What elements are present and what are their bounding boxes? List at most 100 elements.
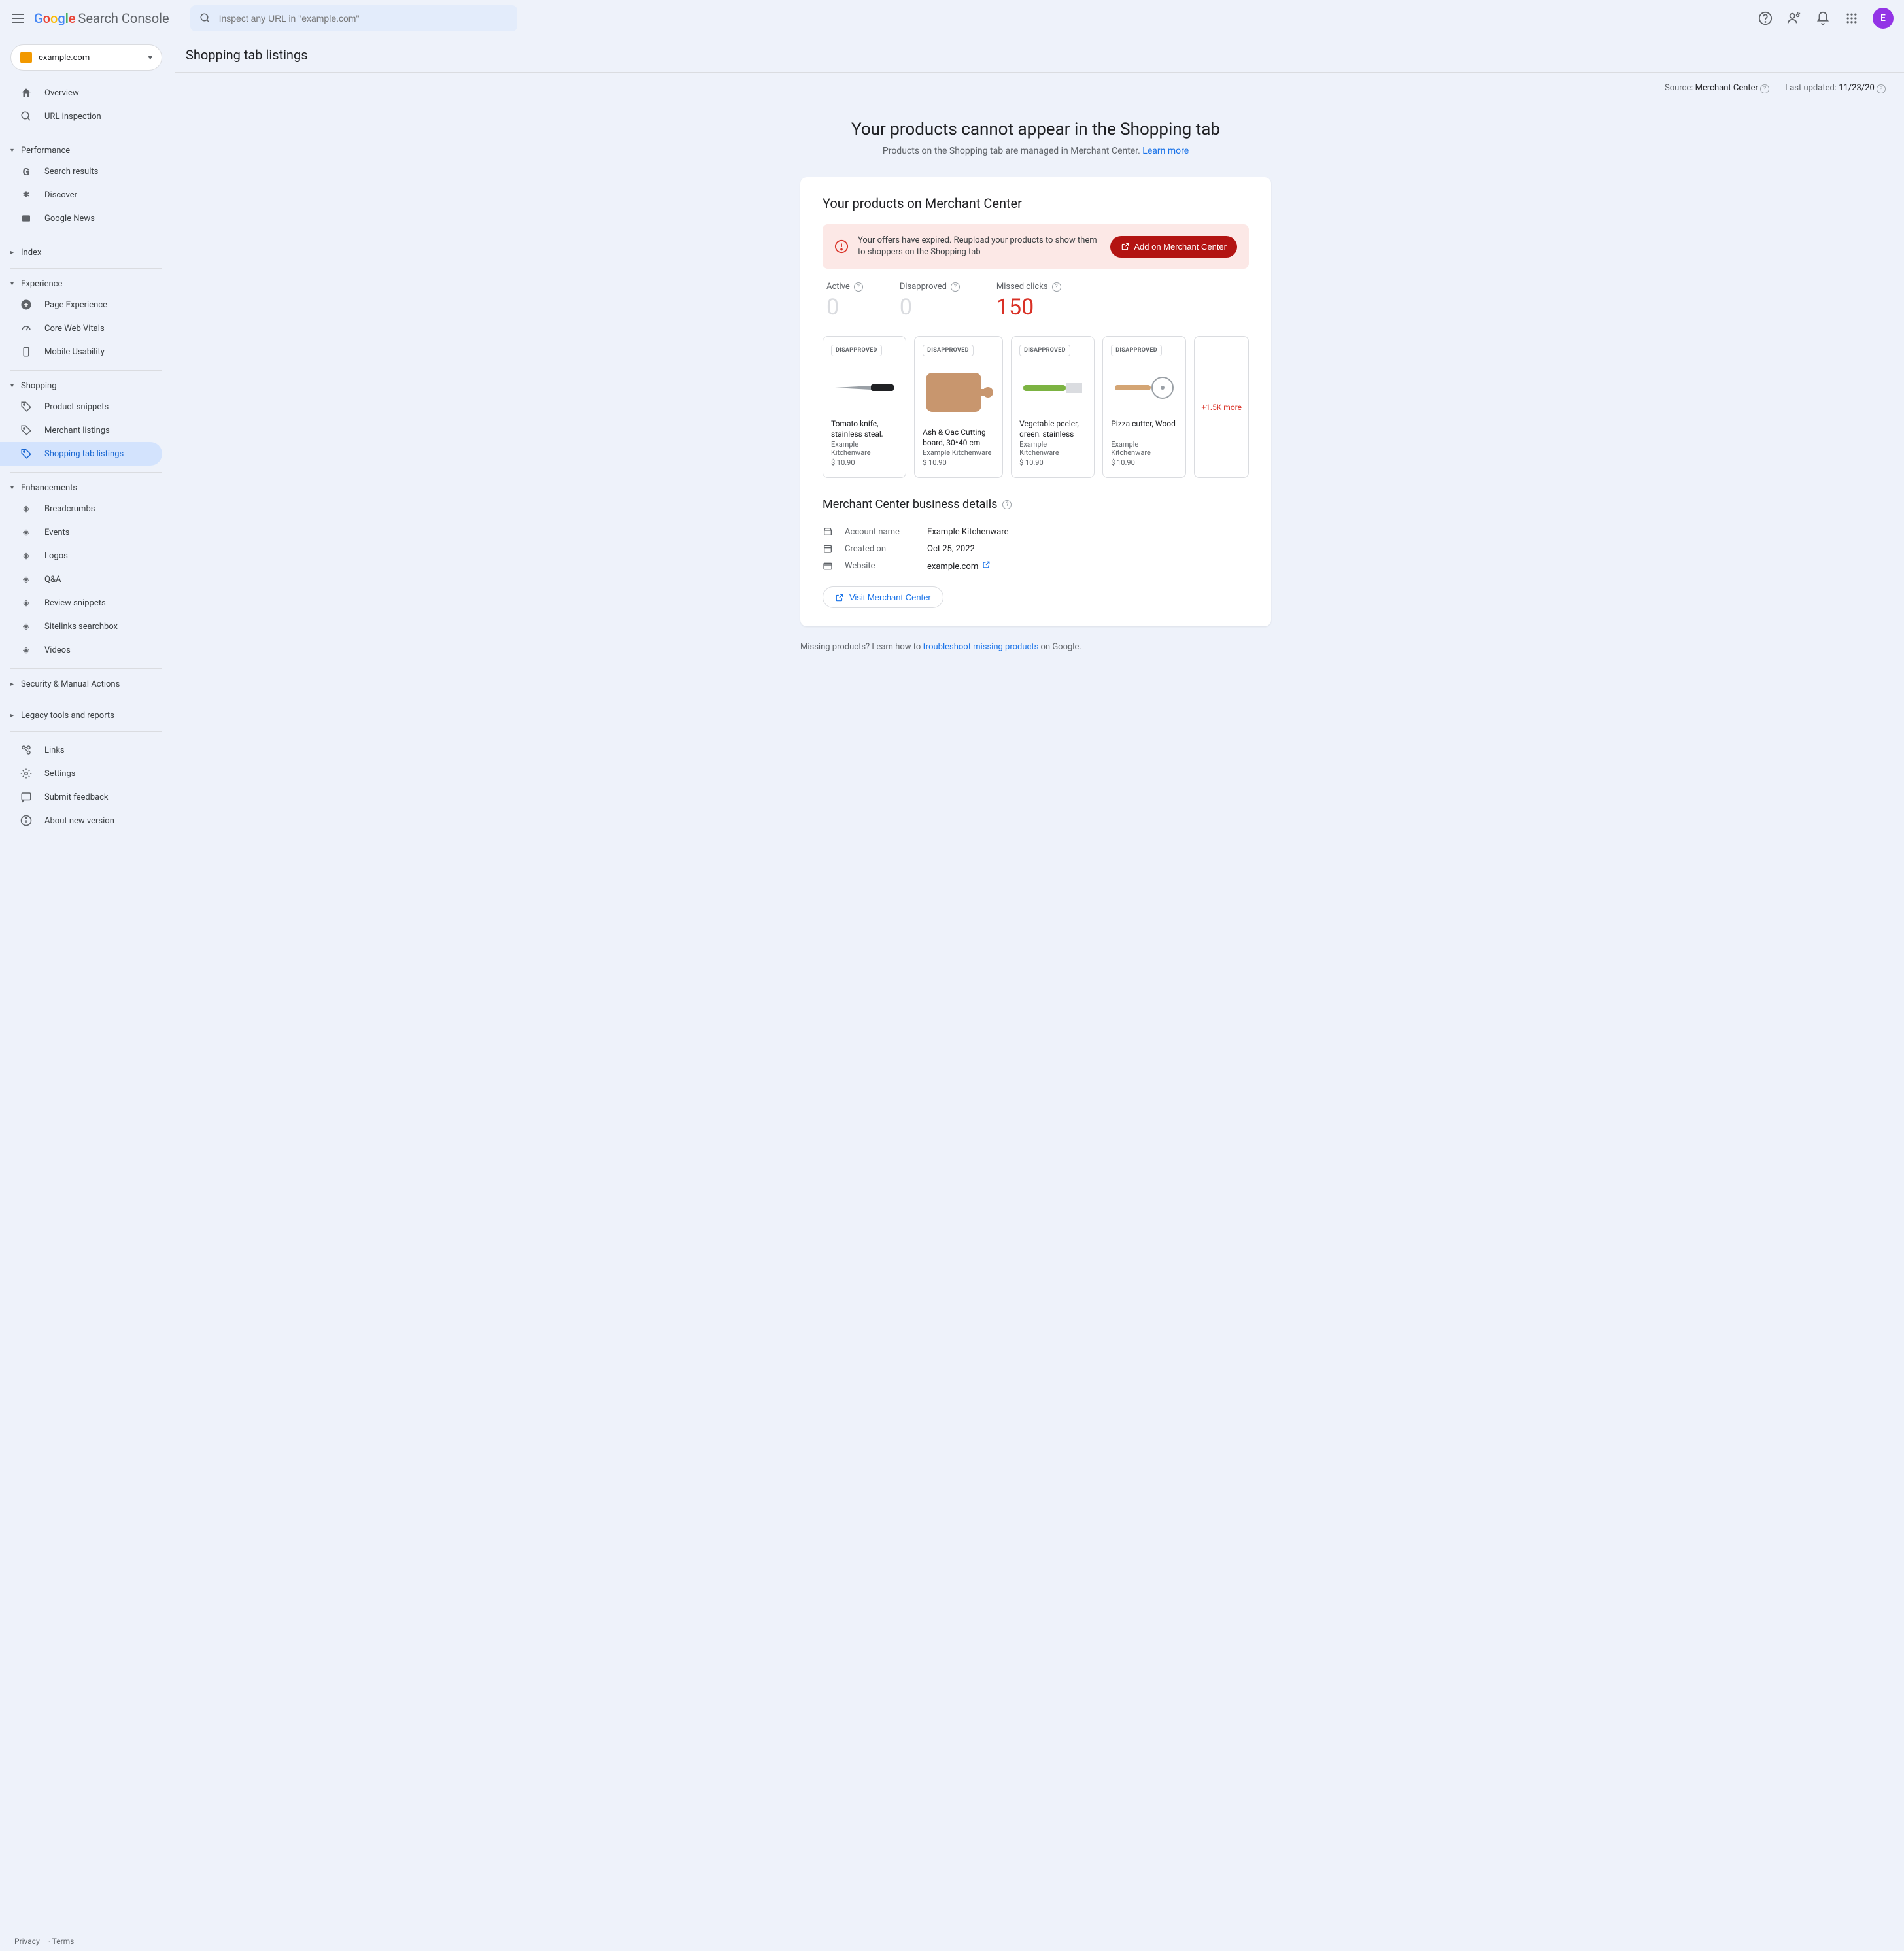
plus-circle-icon <box>20 298 33 311</box>
offers-expired-alert: Your offers have expired. Reupload your … <box>823 224 1249 269</box>
stat-disapproved: Disapproved? 0 <box>881 282 978 320</box>
menu-button[interactable] <box>10 10 26 26</box>
mobile-icon <box>20 345 33 358</box>
apps-icon[interactable] <box>1844 10 1860 26</box>
link-icon <box>20 743 33 756</box>
section-index[interactable]: ▸Index <box>10 244 162 262</box>
avatar[interactable]: E <box>1873 8 1894 29</box>
calendar-icon <box>823 543 834 554</box>
diamond-icon: ◈ <box>20 526 33 539</box>
section-enhancements[interactable]: ▾Enhancements <box>10 479 162 497</box>
store-icon <box>823 526 834 537</box>
product-image <box>831 362 898 414</box>
product-image <box>1019 362 1086 414</box>
sidebar-item-about[interactable]: About new version <box>0 809 162 832</box>
product-card[interactable]: DISAPPROVED Vegetable peeler, green, sta… <box>1011 336 1095 478</box>
search-input[interactable] <box>219 13 508 24</box>
sidebar-item-merchant-listings[interactable]: Merchant listings <box>0 418 162 442</box>
learn-more-link[interactable]: Learn more <box>1142 146 1189 156</box>
terms-link[interactable]: Terms <box>52 1937 75 1946</box>
help-icon[interactable] <box>1758 10 1773 26</box>
privacy-link[interactable]: Privacy <box>14 1937 40 1946</box>
help-circle-icon[interactable]: ? <box>1052 282 1061 292</box>
section-shopping[interactable]: ▾Shopping <box>10 377 162 395</box>
error-icon <box>834 239 849 254</box>
external-link-icon <box>835 593 844 602</box>
sidebar-item-shopping-tab-listings[interactable]: Shopping tab listings <box>0 442 162 466</box>
sidebar-item-discover[interactable]: ✱Discover <box>0 183 162 207</box>
google-icon: G <box>20 165 33 178</box>
sidebar-item-qa[interactable]: ◈Q&A <box>0 568 162 591</box>
sidebar-item-search-results[interactable]: GSearch results <box>0 160 162 183</box>
section-experience[interactable]: ▾Experience <box>10 275 162 293</box>
detail-account-name: Account name Example Kitchenware <box>823 523 1249 540</box>
product-image <box>1111 362 1178 414</box>
product-card[interactable]: DISAPPROVED Tomato knife, stainless stea… <box>823 336 906 478</box>
source-info: Source: Merchant Center ? <box>1665 83 1769 93</box>
add-on-merchant-center-button[interactable]: Add on Merchant Center <box>1110 236 1237 258</box>
more-products-button[interactable]: +1.5K more <box>1194 336 1249 478</box>
web-icon <box>823 561 834 571</box>
status-badge: DISAPPROVED <box>1111 345 1162 356</box>
hero-subtitle: Products on the Shopping tab are managed… <box>167 146 1904 156</box>
sidebar-item-overview[interactable]: Overview <box>0 81 162 105</box>
sidebar-item-breadcrumbs[interactable]: ◈Breadcrumbs <box>0 497 162 520</box>
help-circle-icon[interactable]: ? <box>1877 84 1886 93</box>
sidebar-item-google-news[interactable]: Google News <box>0 207 162 230</box>
sidebar-item-core-web-vitals[interactable]: Core Web Vitals <box>0 316 162 340</box>
sidebar-item-sitelinks-searchbox[interactable]: ◈Sitelinks searchbox <box>0 615 162 638</box>
sidebar-item-review-snippets[interactable]: ◈Review snippets <box>0 591 162 615</box>
status-badge: DISAPPROVED <box>923 345 974 356</box>
visit-merchant-center-button[interactable]: Visit Merchant Center <box>823 586 944 608</box>
tag-icon <box>20 447 33 460</box>
section-security[interactable]: ▸Security & Manual Actions <box>10 675 162 693</box>
external-link-icon <box>1121 242 1130 251</box>
product-card[interactable]: DISAPPROVED Pizza cutter, Wood Example K… <box>1102 336 1186 478</box>
diamond-icon: ◈ <box>20 596 33 609</box>
info-icon <box>20 814 33 827</box>
help-circle-icon[interactable]: ? <box>951 282 960 292</box>
property-name: example.com <box>39 53 90 63</box>
tag-icon <box>20 424 33 437</box>
help-circle-icon[interactable]: ? <box>1002 500 1012 509</box>
diamond-icon: ◈ <box>20 620 33 633</box>
help-circle-icon[interactable]: ? <box>854 282 863 292</box>
chevron-down-icon: ▾ <box>148 53 152 63</box>
search-icon <box>20 110 33 123</box>
sidebar-item-settings[interactable]: Settings <box>0 762 162 785</box>
product-card[interactable]: DISAPPROVED Ash & Oac Cutting board, 30*… <box>914 336 1003 478</box>
sidebar-item-url-inspection[interactable]: URL inspection <box>0 105 162 128</box>
tag-icon <box>20 400 33 413</box>
detail-created-on: Created on Oct 25, 2022 <box>823 540 1249 557</box>
sidebar-item-videos[interactable]: ◈Videos <box>0 638 162 662</box>
section-legacy[interactable]: ▸Legacy tools and reports <box>10 707 162 724</box>
gear-icon <box>20 767 33 780</box>
gauge-icon <box>20 322 33 335</box>
notifications-icon[interactable] <box>1815 10 1831 26</box>
details-heading: Merchant Center business details? <box>823 498 1249 511</box>
sidebar-item-page-experience[interactable]: Page Experience <box>0 293 162 316</box>
sidebar-item-events[interactable]: ◈Events <box>0 520 162 544</box>
sidebar-item-mobile-usability[interactable]: Mobile Usability <box>0 340 162 364</box>
sidebar-item-links[interactable]: Links <box>0 738 162 762</box>
search-icon <box>199 12 211 24</box>
hero-title: Your products cannot appear in the Shopp… <box>167 120 1904 139</box>
sidebar-item-logos[interactable]: ◈Logos <box>0 544 162 568</box>
stat-active: Active? 0 <box>823 282 881 320</box>
help-circle-icon[interactable]: ? <box>1760 84 1769 93</box>
diamond-icon: ◈ <box>20 502 33 515</box>
updated-info: Last updated: 11/23/20 ? <box>1785 83 1886 93</box>
sidebar-item-product-snippets[interactable]: Product snippets <box>0 395 162 418</box>
stat-missed-clicks: Missed clicks? 150 <box>978 282 1080 320</box>
external-link-icon[interactable] <box>982 562 991 571</box>
property-selector[interactable]: example.com ▾ <box>10 44 162 71</box>
page-title: Shopping tab listings <box>167 37 1904 72</box>
url-inspection-search[interactable] <box>190 5 517 31</box>
section-performance[interactable]: ▾Performance <box>10 142 162 160</box>
product-image <box>923 362 994 422</box>
troubleshoot-link[interactable]: troubleshoot missing products <box>923 642 1039 652</box>
feedback-icon <box>20 790 33 804</box>
property-icon <box>20 52 32 63</box>
sidebar-item-feedback[interactable]: Submit feedback <box>0 785 162 809</box>
users-icon[interactable] <box>1786 10 1802 26</box>
